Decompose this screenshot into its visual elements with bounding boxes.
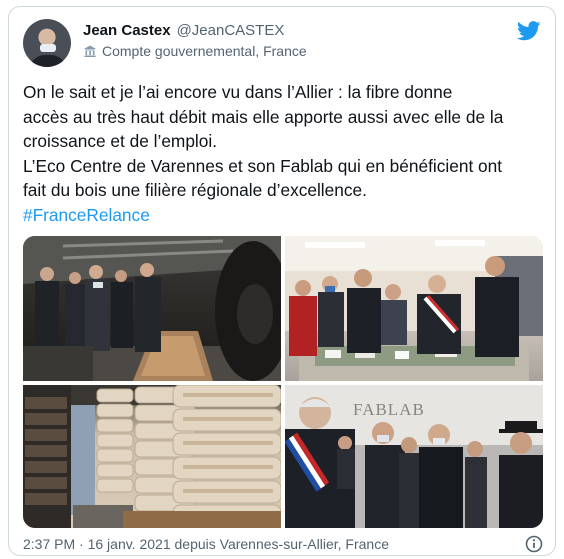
info-icon[interactable]: [525, 535, 543, 553]
author-info: Jean Castex @JeanCASTEX Compte gouvernem…: [83, 22, 307, 59]
tweet-line: L’Eco Centre de Varennes et son Fablab q…: [23, 155, 503, 176]
avatar[interactable]: [23, 19, 71, 67]
government-building-icon: [84, 45, 96, 57]
photo-2[interactable]: [285, 236, 543, 381]
fablab-sign: FABLAB: [353, 400, 425, 419]
media-grid: FABLAB: [23, 236, 543, 528]
tweet-line: On le sait et je l’ai encore vu dans l’A…: [23, 82, 453, 102]
account-label: Compte gouvernemental, France: [102, 43, 307, 59]
photo-1[interactable]: [23, 236, 281, 381]
author-display-name[interactable]: Jean Castex: [83, 22, 171, 39]
photo-3[interactable]: [23, 385, 281, 528]
tweet-text: On le sait et je l’ai encore vu dans l’A…: [23, 80, 545, 227]
tweet-timestamp[interactable]: 2:37 PM · 16 janv. 2021 depuis Varennes-…: [23, 536, 389, 552]
tweet-line: fait du bois une filière régionale d’exc…: [23, 180, 367, 200]
twitter-bird-icon[interactable]: [517, 21, 541, 41]
tweet-footer: 2:37 PM · 16 janv. 2021 depuis Varennes-…: [23, 535, 545, 554]
hashtag-link[interactable]: #FranceRelance: [23, 205, 150, 225]
photo-4[interactable]: FABLAB: [285, 385, 543, 528]
tweet-line: accès au très haut débit mais elle appor…: [23, 106, 504, 127]
tweet-line: croissance et de l’emploi.: [23, 131, 218, 151]
tweet-header: Jean Castex @JeanCASTEX Compte gouvernem…: [23, 17, 543, 75]
author-handle[interactable]: @JeanCASTEX: [177, 22, 285, 39]
tweet-card: Jean Castex @JeanCASTEX Compte gouvernem…: [8, 6, 556, 556]
